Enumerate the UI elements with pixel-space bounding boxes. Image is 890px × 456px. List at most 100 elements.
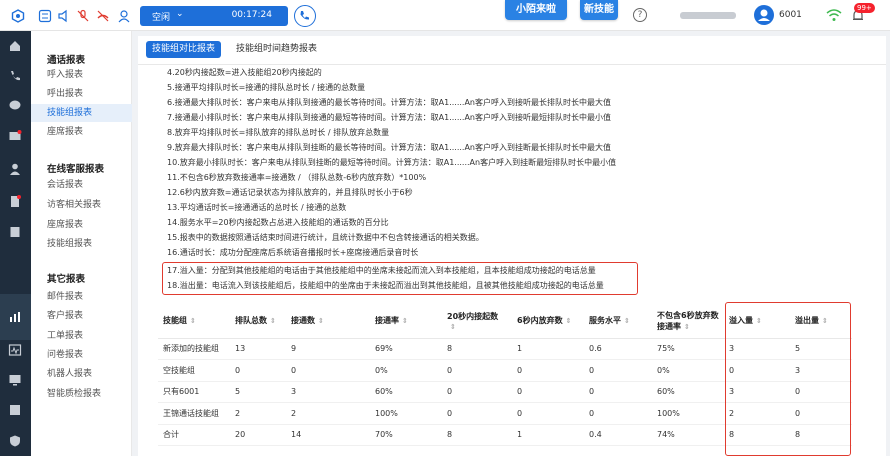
nav-item-ticket-report[interactable]: 工单报表: [31, 327, 132, 345]
highlight-box-notes: [162, 262, 638, 295]
table-cell: 0: [584, 381, 652, 403]
mute-icon[interactable]: [76, 9, 90, 23]
extension-number: 6001: [779, 10, 802, 20]
highlight-box-overflow-columns: [725, 302, 851, 456]
table-cell: 0%: [370, 359, 442, 382]
help-icon[interactable]: ?: [633, 8, 647, 22]
table-cell: 13: [230, 338, 286, 360]
table-cell: 1: [512, 338, 584, 360]
column-header[interactable]: 服务水平 ⇕: [584, 304, 652, 339]
sort-icon: ⇕: [450, 322, 456, 331]
table-cell: 0: [584, 359, 652, 382]
phone-button[interactable]: [294, 5, 316, 27]
chevron-down-icon: ⌄: [176, 9, 184, 19]
column-header[interactable]: 技能组 ⇕: [158, 304, 230, 339]
table-cell: 74%: [652, 424, 724, 446]
sort-icon: ⇕: [565, 317, 572, 326]
nav-group-title: 在线客服报表: [47, 164, 105, 175]
table-cell: 0: [584, 402, 652, 425]
note-line: 15.报表中的数据按照通话结束时间进行统计，且统计数据中不包含转接通话的相关数据…: [167, 233, 484, 242]
column-header[interactable]: 排队总数 ⇕: [230, 304, 286, 339]
home-icon[interactable]: [8, 39, 22, 53]
column-header[interactable]: 不包含6秒放弃数 接通率 ⇕: [652, 304, 724, 339]
new-skill-banner[interactable]: 新技能: [580, 0, 618, 20]
table-cell: 0: [286, 359, 370, 382]
nav-item-outbound-report[interactable]: 呼出报表: [31, 85, 132, 103]
nav-item-session-report[interactable]: 会话报表: [31, 176, 132, 194]
column-header[interactable]: 6秒内放弃数 ⇕: [512, 304, 584, 339]
note-line: 12.6秒内放弃数=通话记录状态为排队放弃的，并且排队时长小于6秒: [167, 188, 413, 197]
nav-item-qa-report[interactable]: 智能质检报表: [31, 385, 132, 403]
tab-skill-group-compare[interactable]: 技能组对比报表: [146, 41, 222, 58]
table-cell: 0.6: [584, 338, 652, 360]
nav-item-customer-report[interactable]: 客户报表: [31, 307, 132, 325]
agent-status-select[interactable]: 空闲 ⌄ 00:17:24: [140, 6, 288, 26]
hangup-icon[interactable]: [96, 9, 110, 23]
nav-item-visitor-report[interactable]: 访客相关报表: [31, 196, 132, 214]
sort-icon: ⇕: [318, 317, 324, 326]
table-cell: 空技能组: [158, 359, 230, 382]
wifi-icon: [826, 9, 842, 21]
icon-rail: [0, 31, 31, 456]
nav-group-title: 通话报表: [47, 55, 86, 66]
monitor-icon[interactable]: [8, 373, 22, 387]
table-cell: 0: [512, 359, 584, 382]
report-nav: 通话报表 呼入报表 呼出报表 技能组报表 座席报表 在线客服报表 会话报表 访客…: [31, 31, 132, 456]
table-cell: 只有6001: [158, 381, 230, 403]
note-line: 7.接通最小排队时长：客户来电从排队到接通的最短等待时间。计算方法：取A1...…: [167, 113, 611, 122]
status-timer: 00:17:24: [231, 10, 272, 20]
user-icon: [758, 9, 770, 21]
table-cell: 60%: [652, 381, 724, 403]
table-cell: 0: [512, 381, 584, 403]
nav-item-email-report[interactable]: 邮件报表: [31, 288, 132, 306]
sort-icon: ⇕: [684, 322, 690, 331]
table-cell: 9: [286, 338, 370, 360]
nav-group-title: 其它报表: [47, 274, 86, 285]
assistant-banner[interactable]: 小陌来啦: [505, 0, 567, 20]
table-cell: 2: [286, 402, 370, 425]
shield-icon[interactable]: [8, 434, 22, 448]
table-cell: 0: [442, 402, 512, 425]
book-icon[interactable]: [8, 225, 22, 239]
sort-icon: ⇕: [402, 317, 408, 326]
pulse-icon[interactable]: [8, 343, 22, 357]
note-line: 11.不包含6秒放弃数接通率=接通数 / （排队总数-6秒内放弃数）*100%: [167, 173, 427, 182]
avatar[interactable]: [754, 5, 774, 25]
list-icon[interactable]: [8, 403, 22, 417]
nav-item-online-agent-report[interactable]: 座席报表: [31, 216, 132, 234]
clipboard-icon[interactable]: [8, 194, 22, 208]
phone-icon[interactable]: [8, 69, 22, 83]
notification-badge: 99+: [854, 3, 875, 13]
table-cell: 0: [442, 381, 512, 403]
table-cell: 14: [286, 424, 370, 446]
speaker-icon[interactable]: [57, 9, 71, 23]
phone-icon: [300, 11, 309, 20]
table-cell: 69%: [370, 338, 442, 360]
table-cell: 0: [230, 359, 286, 382]
transfer-user-icon[interactable]: [117, 9, 131, 23]
table-cell: 王锦通话技能组: [158, 402, 230, 425]
sort-icon: ⇕: [190, 317, 196, 326]
column-header[interactable]: 20秒内接起数 ⇕: [442, 304, 512, 339]
chat-icon[interactable]: [8, 99, 22, 113]
column-header[interactable]: 接通数 ⇕: [286, 304, 370, 339]
table-cell: 8: [442, 338, 512, 360]
note-line: 10.放弃最小排队时长：客户来电从排队到挂断的最短等待时间。计算方法：取A1..…: [167, 158, 617, 167]
nav-item-online-skill-group-report[interactable]: 技能组报表: [31, 235, 132, 253]
table-cell: 8: [442, 424, 512, 446]
user-icon[interactable]: [8, 162, 22, 176]
sort-icon: ⇕: [624, 317, 630, 326]
chart-icon[interactable]: [8, 310, 22, 324]
nav-item-inbound-report[interactable]: 呼入报表: [31, 66, 132, 84]
table-cell: 60%: [370, 381, 442, 403]
keypad-icon[interactable]: [38, 9, 52, 23]
mail-icon[interactable]: [8, 129, 22, 143]
nav-item-survey-report[interactable]: 问卷报表: [31, 346, 132, 364]
tab-skill-group-trend[interactable]: 技能组时间趋势报表: [236, 41, 317, 58]
nav-item-agent-report[interactable]: 座席报表: [31, 123, 132, 141]
table-cell: 100%: [370, 402, 442, 425]
nav-item-skill-group-report[interactable]: 技能组报表: [31, 104, 132, 122]
column-header[interactable]: 接通率 ⇕: [370, 304, 442, 339]
nav-item-bot-report[interactable]: 机器人报表: [31, 365, 132, 383]
note-line: 9.放弃最大排队时长：客户来电从排队到挂断的最长等待时间。计算方法：取A1...…: [167, 143, 611, 152]
